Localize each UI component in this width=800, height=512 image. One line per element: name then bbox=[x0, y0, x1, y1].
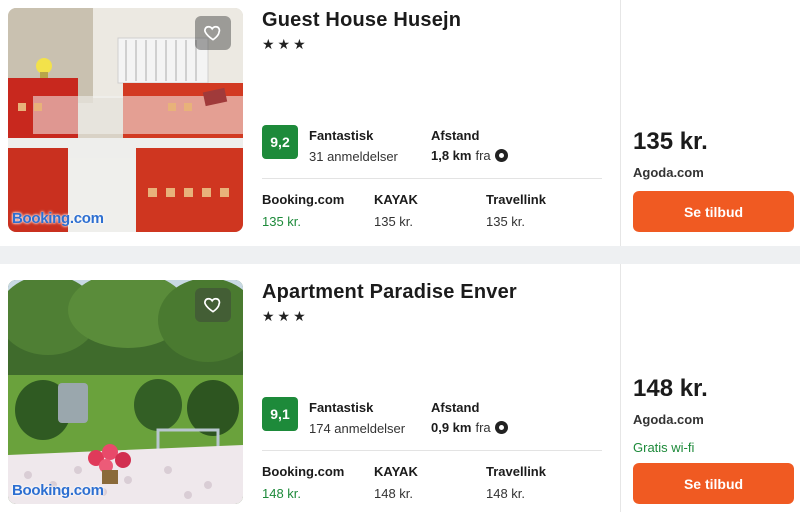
column-divider bbox=[620, 264, 621, 512]
best-price-site: Agoda.com bbox=[633, 412, 704, 427]
amenity-badge: Gratis wi-fi bbox=[633, 440, 695, 455]
distance-info: 0,9 km fra bbox=[431, 420, 508, 435]
distance-label: Afstand bbox=[431, 128, 480, 143]
best-price: 135 kr. bbox=[633, 128, 708, 155]
photo-source-logo: Booking.com bbox=[12, 482, 104, 499]
column-divider bbox=[620, 0, 621, 246]
provider-price[interactable]: 148 kr. bbox=[262, 486, 301, 501]
best-price-site: Agoda.com bbox=[633, 165, 704, 180]
provider-price[interactable]: 148 kr. bbox=[374, 486, 413, 501]
score-badge: 9,2 bbox=[262, 125, 298, 159]
hotel-name[interactable]: Apartment Paradise Enver bbox=[262, 281, 517, 304]
star-rating: ★★★ bbox=[262, 36, 309, 52]
provider-name[interactable]: Booking.com bbox=[262, 464, 344, 479]
provider-price[interactable]: 148 kr. bbox=[486, 486, 525, 501]
heart-outline-icon bbox=[204, 297, 221, 313]
best-price: 148 kr. bbox=[633, 375, 708, 402]
rating-label: Fantastisk bbox=[309, 128, 374, 143]
distance-value: 1,8 km bbox=[431, 148, 472, 163]
divider bbox=[262, 450, 602, 451]
provider-price[interactable]: 135 kr. bbox=[486, 214, 525, 229]
provider-name[interactable]: KAYAK bbox=[374, 464, 418, 479]
review-count: 174 anmeldelser bbox=[309, 421, 406, 436]
location-target-icon bbox=[494, 149, 508, 162]
hotel-card[interactable]: Booking.com Apartment Paradise Enver ★★★… bbox=[0, 264, 800, 512]
distance-suffix: fra bbox=[475, 148, 491, 163]
hotel-card[interactable]: Booking.com Guest House Husejn ★★★ 9,2 F… bbox=[0, 0, 800, 246]
provider-name[interactable]: Travellink bbox=[486, 192, 546, 207]
see-deal-button[interactable]: Se tilbud bbox=[633, 191, 794, 232]
favorite-button[interactable] bbox=[195, 288, 231, 322]
hotel-name[interactable]: Guest House Husejn bbox=[262, 9, 461, 32]
rating-label: Fantastisk bbox=[309, 400, 374, 415]
divider bbox=[262, 178, 602, 179]
provider-name[interactable]: KAYAK bbox=[374, 192, 418, 207]
photo-source-logo: Booking.com bbox=[12, 210, 104, 227]
review-count: 31 anmeldelser bbox=[309, 149, 398, 164]
distance-label: Afstand bbox=[431, 400, 480, 415]
score-badge: 9,1 bbox=[262, 397, 298, 431]
heart-outline-icon bbox=[204, 25, 221, 41]
distance-info: 1,8 km fra bbox=[431, 148, 508, 163]
location-target-icon bbox=[494, 421, 508, 434]
hotel-photo[interactable]: Booking.com bbox=[8, 280, 243, 504]
provider-name[interactable]: Travellink bbox=[486, 464, 546, 479]
favorite-button[interactable] bbox=[195, 16, 231, 50]
distance-suffix: fra bbox=[475, 420, 491, 435]
distance-value: 0,9 km bbox=[431, 420, 472, 435]
see-deal-button[interactable]: Se tilbud bbox=[633, 463, 794, 504]
provider-price[interactable]: 135 kr. bbox=[262, 214, 301, 229]
hotel-photo[interactable]: Booking.com bbox=[8, 8, 243, 232]
star-rating: ★★★ bbox=[262, 308, 309, 324]
provider-name[interactable]: Booking.com bbox=[262, 192, 344, 207]
provider-price[interactable]: 135 kr. bbox=[374, 214, 413, 229]
